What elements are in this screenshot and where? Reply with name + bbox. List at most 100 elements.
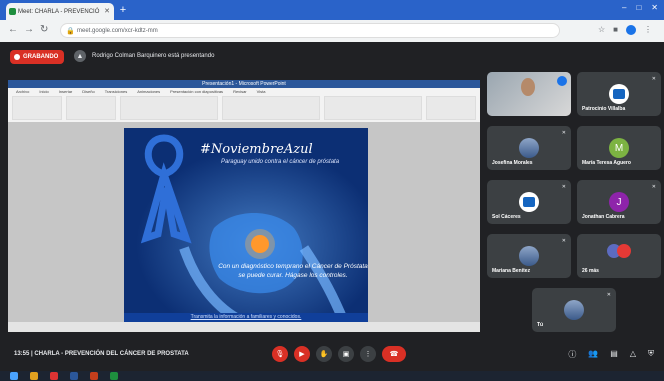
ribbon-tab-transiciones[interactable]: Transiciones	[105, 89, 128, 94]
shared-screen: Presentación1 - Microsoft PowerPoint Arc…	[8, 80, 480, 332]
participant-name: Josefina Morales	[492, 160, 533, 166]
excel-icon[interactable]	[110, 372, 118, 380]
avatar	[519, 192, 539, 212]
meeting-info: 13:55 | CHARLA - PREVENCIÓN DEL CÁNCER D…	[14, 351, 189, 357]
ribbon-group-diapositivas[interactable]	[66, 96, 116, 120]
maximize-icon[interactable]: □	[636, 3, 641, 12]
participant-tile[interactable]: ✕ Josefina Morales	[487, 126, 571, 170]
powerpoint-window-title: Presentación1 - Microsoft PowerPoint	[8, 80, 480, 88]
powerpoint-icon[interactable]	[90, 372, 98, 380]
ribbon-tab-presentacion[interactable]: Presentación con diapositivas	[170, 89, 223, 94]
mic-toggle-button[interactable]: 🎙	[272, 346, 288, 362]
avatar	[519, 138, 539, 158]
participant-name: Sol Cáceres	[492, 214, 521, 220]
menu-icon[interactable]: ⋮	[644, 25, 652, 35]
ribbon-group-parrafo[interactable]	[222, 96, 320, 120]
lock-icon: 🔒	[66, 28, 75, 35]
slide-title: #NoviembreAzul	[200, 142, 313, 157]
info-icon[interactable]: ⓘ	[568, 349, 576, 360]
powerpoint-ribbon: Presentación1 - Microsoft PowerPoint Arc…	[8, 80, 480, 123]
more-options-button[interactable]: ⋮	[360, 346, 376, 362]
close-window-icon[interactable]: ✕	[651, 3, 658, 12]
participant-tile[interactable]: ✕ Mariana Benítez	[487, 234, 571, 278]
ribbon-tab-insertar[interactable]: Insertar	[59, 89, 73, 94]
more-participants-count: 26 más	[582, 268, 599, 274]
more-participants-tile[interactable]: 26 más	[577, 234, 661, 278]
new-tab-button[interactable]: +	[116, 4, 130, 17]
ribbon-tab-vista[interactable]: Vista	[257, 89, 266, 94]
meeting-title: CHARLA - PREVENCIÓN DEL CÁNCER DE PROSTA…	[34, 351, 189, 357]
tab-title: Meet: CHARLA - PREVENCIÓ	[18, 8, 100, 15]
os-taskbar	[0, 371, 664, 381]
meeting-time: 13:55	[14, 351, 30, 357]
side-panel-controls: ⓘ 👥 ▤ △ ⛨	[568, 349, 654, 360]
explorer-icon[interactable]	[30, 372, 38, 380]
word-icon[interactable]	[70, 372, 78, 380]
presenter-notice: ▲ Rodrigo Colman Barquinero está present…	[74, 50, 214, 62]
ribbon-group-portapapeles[interactable]	[12, 96, 62, 120]
mic-off-icon: ✕	[561, 184, 566, 190]
people-icon[interactable]: 👥	[588, 349, 598, 360]
participant-name: Mariana Benítez	[492, 268, 531, 274]
self-name: Tú	[537, 322, 544, 328]
profile-avatar[interactable]	[626, 25, 636, 35]
avatar: J	[609, 192, 629, 212]
participant-tile-speaker[interactable]	[487, 72, 571, 116]
speaking-indicator-icon	[557, 76, 567, 86]
avatar: M	[609, 138, 629, 158]
avatar	[564, 300, 584, 320]
minimize-icon[interactable]: –	[622, 3, 626, 12]
powerpoint-status-bar	[8, 322, 480, 332]
present-screen-button[interactable]: ▣	[338, 346, 354, 362]
chat-icon[interactable]: ▤	[610, 349, 618, 360]
record-dot-icon	[14, 54, 20, 60]
participant-name: Patrocinio Villalba	[582, 106, 626, 112]
ribbon-tab-diseno[interactable]: Diseño	[82, 89, 94, 94]
ribbon-tab-archivo[interactable]: Archivo	[16, 89, 29, 94]
avatar	[609, 84, 629, 104]
browser-tab[interactable]: Meet: CHARLA - PREVENCIÓ ✕	[6, 3, 114, 20]
leave-call-button[interactable]: ☎	[382, 346, 406, 362]
back-icon[interactable]: ←	[8, 24, 18, 35]
camera-toggle-button[interactable]: ▶	[294, 346, 310, 362]
slide: #NoviembreAzul Paraguay unido contra el …	[124, 128, 368, 322]
slide-editor-pane: #NoviembreAzul Paraguay unido contra el …	[8, 122, 480, 322]
participant-tile[interactable]: ✕ Sol Cáceres	[487, 180, 571, 224]
url-text: meet.google.com/xcr-kdtz-mm	[77, 28, 158, 34]
meet-favicon-icon	[9, 8, 16, 15]
url-input[interactable]: 🔒 meet.google.com/xcr-kdtz-mm	[60, 23, 560, 38]
close-tab-icon[interactable]: ✕	[104, 7, 110, 15]
mic-off-icon: ✕	[606, 292, 611, 298]
reload-icon[interactable]: ↻	[40, 24, 48, 35]
window-controls: – □ ✕	[622, 3, 658, 12]
ribbon-tab-inicio[interactable]: Inicio	[39, 89, 48, 94]
ribbon-group-edicion[interactable]	[426, 96, 476, 120]
participant-tile[interactable]: J ✕ Jonathan Cabrera	[577, 180, 661, 224]
self-tile[interactable]: ✕ Tú	[532, 288, 616, 332]
ribbon-tab-animaciones[interactable]: Animaciones	[137, 89, 160, 94]
slide-body-text: Con un diagnóstico temprano el Cáncer de…	[218, 263, 368, 279]
mic-off-icon: ✕	[561, 130, 566, 136]
mic-off-icon: ✕	[651, 76, 656, 82]
chrome-icon[interactable]	[50, 372, 58, 380]
recording-badge: GRABANDO	[10, 50, 65, 64]
ribbon-group-fuente[interactable]	[120, 96, 218, 120]
raise-hand-button[interactable]: ✋	[316, 346, 332, 362]
forward-icon[interactable]: →	[24, 24, 34, 35]
activities-icon[interactable]: △	[630, 349, 636, 360]
participant-name: María Teresa Aguero	[582, 160, 631, 166]
avatar	[519, 246, 539, 266]
ribbon-tab-revisar[interactable]: Revisar	[233, 89, 247, 94]
shield-icon[interactable]: ⛨	[648, 349, 654, 360]
bookmark-star-icon[interactable]: ☆	[598, 25, 605, 35]
slide-subtitle: Paraguay unido contra el cáncer de próst…	[220, 159, 340, 165]
ribbon-group-dibujo[interactable]	[324, 96, 422, 120]
extensions-icon[interactable]: ■	[613, 25, 618, 35]
mic-off-icon: ✕	[561, 238, 566, 244]
participant-tile[interactable]: M María Teresa Aguero	[577, 126, 661, 170]
participant-tile[interactable]: ✕ Patrocinio Villalba	[577, 72, 661, 116]
slide-footer: Transmita la información a familiares y …	[124, 313, 368, 322]
mic-off-icon: ✕	[651, 184, 656, 190]
start-icon[interactable]	[10, 372, 18, 380]
address-bar-area: ← → ↻ 🔒 meet.google.com/xcr-kdtz-mm ☆ ■ …	[0, 20, 664, 42]
